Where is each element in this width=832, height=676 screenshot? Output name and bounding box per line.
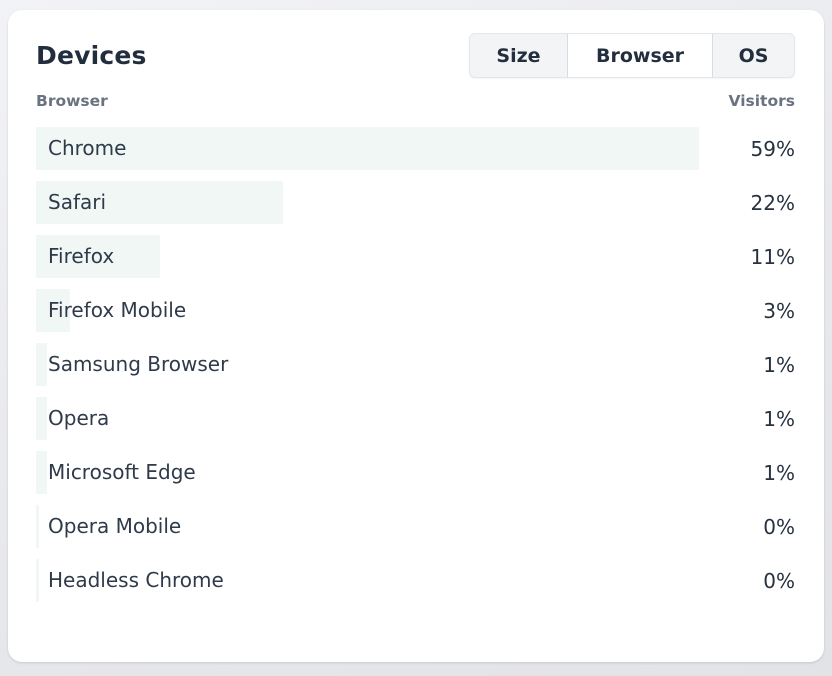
visitors-percent-value: 22% — [751, 181, 795, 225]
visitors-percent-value: 59% — [751, 127, 795, 171]
browser-name-label: Headless Chrome — [48, 559, 224, 602]
browser-name-label: Opera Mobile — [48, 505, 181, 548]
table-row[interactable]: Headless Chrome 0% — [36, 559, 795, 602]
visitors-percent-value: 1% — [763, 343, 795, 387]
visitors-percent-value: 1% — [763, 397, 795, 441]
percentage-bar — [36, 397, 47, 440]
browser-name-label: Samsung Browser — [48, 343, 228, 386]
visitors-percent-value: 0% — [763, 559, 795, 603]
percentage-bar — [36, 505, 39, 548]
table-row[interactable]: Firefox Mobile 3% — [36, 289, 795, 332]
browser-name-label: Microsoft Edge — [48, 451, 196, 494]
percentage-bar — [36, 127, 699, 170]
table-row[interactable]: Chrome 59% — [36, 127, 795, 170]
tab-browser[interactable]: Browser — [567, 34, 712, 77]
visitors-percent-value: 3% — [763, 289, 795, 333]
devices-panel: Devices Size Browser OS Browser Visitors… — [8, 10, 824, 662]
visitors-percent-value: 1% — [763, 451, 795, 495]
tab-size[interactable]: Size — [470, 34, 567, 77]
table-row[interactable]: Safari 22% — [36, 181, 795, 224]
percentage-bar — [36, 559, 39, 602]
table-row[interactable]: Firefox 11% — [36, 235, 795, 278]
browser-name-label: Firefox Mobile — [48, 289, 186, 332]
table-row[interactable]: Microsoft Edge 1% — [36, 451, 795, 494]
table-row[interactable]: Opera Mobile 0% — [36, 505, 795, 548]
table-row[interactable]: Samsung Browser 1% — [36, 343, 795, 386]
percentage-bar — [36, 343, 47, 386]
browser-name-label: Opera — [48, 397, 109, 440]
page-title: Devices — [36, 41, 147, 70]
browser-name-label: Chrome — [48, 127, 126, 170]
column-header-visitors: Visitors — [728, 92, 795, 111]
column-headers: Browser Visitors — [36, 92, 795, 111]
panel-header: Devices Size Browser OS — [36, 33, 795, 78]
browser-rows: Chrome 59% Safari 22% Firefox 11% Firefo… — [36, 127, 795, 602]
browser-name-label: Firefox — [48, 235, 114, 278]
tab-os[interactable]: OS — [712, 34, 794, 77]
column-header-browser: Browser — [36, 92, 108, 111]
browser-name-label: Safari — [48, 181, 106, 224]
tab-group-device-breakdown: Size Browser OS — [469, 33, 795, 78]
percentage-bar — [36, 451, 47, 494]
visitors-percent-value: 0% — [763, 505, 795, 549]
table-row[interactable]: Opera 1% — [36, 397, 795, 440]
visitors-percent-value: 11% — [751, 235, 795, 279]
